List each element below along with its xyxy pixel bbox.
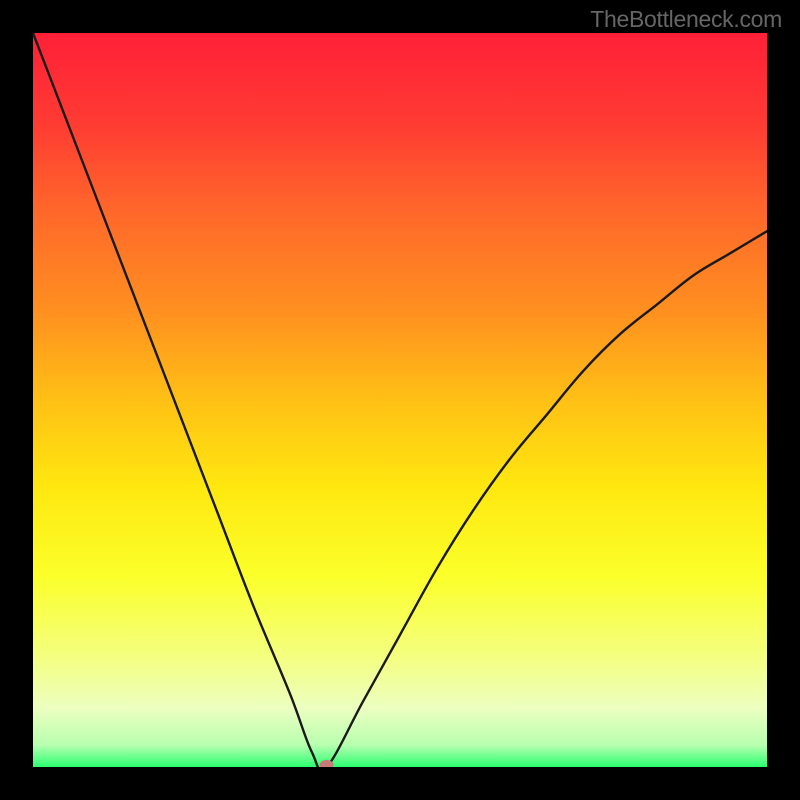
gradient-background <box>33 33 767 767</box>
watermark-text: TheBottleneck.com <box>590 6 782 33</box>
plot-svg <box>33 33 767 767</box>
chart-frame: TheBottleneck.com <box>0 0 800 800</box>
plot-area <box>33 33 767 767</box>
